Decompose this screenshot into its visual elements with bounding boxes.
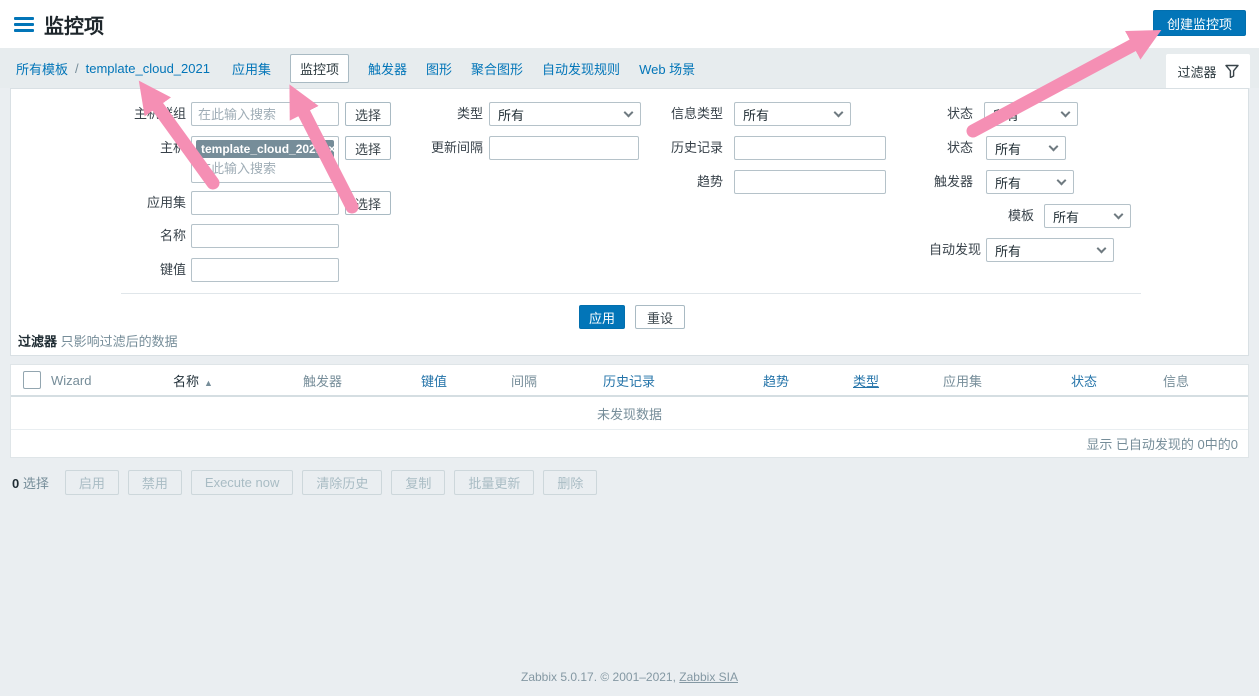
type-label: 类型 [343,102,483,126]
column-info: 信息 [1163,371,1248,390]
breadcrumb-template-link[interactable]: template_cloud_2021 [86,61,210,76]
delete-button[interactable]: 删除 [543,470,597,495]
application-label: 应用集 [41,191,186,215]
page-footer: Zabbix 5.0.17. © 2001–2021, Zabbix SIA [0,670,1259,684]
chip-remove-icon[interactable]: × [328,142,335,156]
tab-screens[interactable]: 聚合图形 [471,59,523,78]
filter-note: 过滤器 只影响过滤后的数据 [18,331,178,350]
column-history[interactable]: 历史记录 [603,371,763,390]
table-header-row: Wizard 名称▲ 触发器 键值 间隔 历史记录 趋势 类型 应用集 状态 信… [11,365,1248,397]
items-table: Wizard 名称▲ 触发器 键值 间隔 历史记录 趋势 类型 应用集 状态 信… [10,364,1249,458]
menu-icon[interactable] [14,17,34,32]
nav-bar: 所有模板 / template_cloud_2021 应用集 监控项 触发器 图… [0,48,1259,88]
bulk-actions: 0 选择 启用 禁用 Execute now 清除历史 复制 批量更新 删除 [12,470,606,495]
state-label: 状态 [823,102,973,126]
column-type[interactable]: 类型 [853,371,943,390]
host-label: 主机 [41,136,186,160]
mass-update-button[interactable]: 批量更新 [454,470,534,495]
column-key[interactable]: 键值 [421,371,511,390]
column-triggers: 触发器 [303,371,421,390]
enable-button[interactable]: 启用 [65,470,119,495]
name-input[interactable] [191,224,339,248]
template-label: 模板 [884,204,1034,228]
create-item-button[interactable]: 创建监控项 [1153,10,1246,36]
zabbix-items-page: 监控项 创建监控项 所有模板 / template_cloud_2021 应用集… [0,0,1259,696]
empty-message: 未发现数据 [11,397,1248,430]
application-input[interactable] [191,191,339,215]
apply-button[interactable]: 应用 [579,305,625,329]
host-group-label: 主机群组 [41,102,186,126]
chip-label: template_cloud_2021 [201,142,322,156]
tab-triggers[interactable]: 触发器 [368,59,407,78]
key-input[interactable] [191,258,339,282]
column-status[interactable]: 状态 [1071,371,1163,390]
filter-divider [121,293,1141,294]
breadcrumb-all-templates[interactable]: 所有模板 [16,59,68,78]
select-all-checkbox[interactable] [23,371,41,389]
application-select-button[interactable]: 选择 [345,191,391,215]
selected-count: 0 选择 [12,473,49,492]
column-trends[interactable]: 趋势 [763,371,853,390]
chevron-down-icon [1114,209,1124,219]
page-title: 监控项 [44,10,104,39]
sort-asc-icon: ▲ [204,378,213,388]
info-type-label: 信息类型 [573,102,723,126]
top-bar: 监控项 创建监控项 [0,0,1259,48]
host-group-search-input[interactable] [191,102,339,126]
trends-label: 趋势 [573,170,723,194]
tab-applications[interactable]: 应用集 [232,59,271,78]
triggers-label: 触发器 [823,170,973,194]
chevron-down-icon [1097,243,1107,253]
tab-discovery-rules[interactable]: 自动发现规则 [542,59,620,78]
footer-link[interactable]: Zabbix SIA [679,670,738,684]
filter-tab-label: 过滤器 [1177,62,1216,81]
copy-button[interactable]: 复制 [391,470,445,495]
state-select[interactable]: 所有 [984,102,1078,126]
chevron-down-icon [1061,107,1071,117]
chevron-down-icon [1057,175,1067,185]
template-select[interactable]: 所有 [1044,204,1131,228]
discovery-select[interactable]: 所有 [986,238,1114,262]
discovery-label: 自动发现 [831,238,981,262]
column-wizard: Wizard [51,373,173,388]
column-name[interactable]: 名称▲ [173,371,303,390]
key-label: 键值 [41,258,186,282]
chevron-down-icon [1049,141,1059,151]
section-tabs: 应用集 监控项 触发器 图形 聚合图形 自动发现规则 Web 场景 [232,54,695,83]
history-label: 历史记录 [573,136,723,160]
update-interval-label: 更新间隔 [343,136,483,160]
host-template-chip: template_cloud_2021 × [196,140,334,158]
name-label: 名称 [41,224,186,248]
triggers-select[interactable]: 所有 [986,170,1074,194]
select-all-cell [11,371,51,389]
funnel-icon [1225,64,1239,78]
footer-text: Zabbix 5.0.17. © 2001–2021, [521,670,676,684]
tab-items[interactable]: 监控项 [290,54,349,83]
clear-history-button[interactable]: 清除历史 [302,470,382,495]
filter-panel: 主机群组 选择 主机 template_cloud_2021 × 在此输入搜索 … [10,88,1249,356]
breadcrumb-separator: / [75,61,79,76]
host-search-placeholder: 在此输入搜索 [196,161,334,177]
reset-button[interactable]: 重设 [635,305,685,329]
status-label: 状态 [823,136,973,160]
column-interval: 间隔 [511,371,603,390]
discovered-count: 显示 已自动发现的 0中的0 [11,430,1248,457]
execute-now-button[interactable]: Execute now [191,470,293,495]
disable-button[interactable]: 禁用 [128,470,182,495]
column-applications: 应用集 [943,371,1071,390]
status-select[interactable]: 所有 [986,136,1066,160]
filter-tab[interactable]: 过滤器 [1166,54,1250,88]
host-multiselect[interactable]: template_cloud_2021 × 在此输入搜索 [191,136,339,183]
tab-graphs[interactable]: 图形 [426,59,452,78]
tab-web-scenarios[interactable]: Web 场景 [639,59,695,78]
